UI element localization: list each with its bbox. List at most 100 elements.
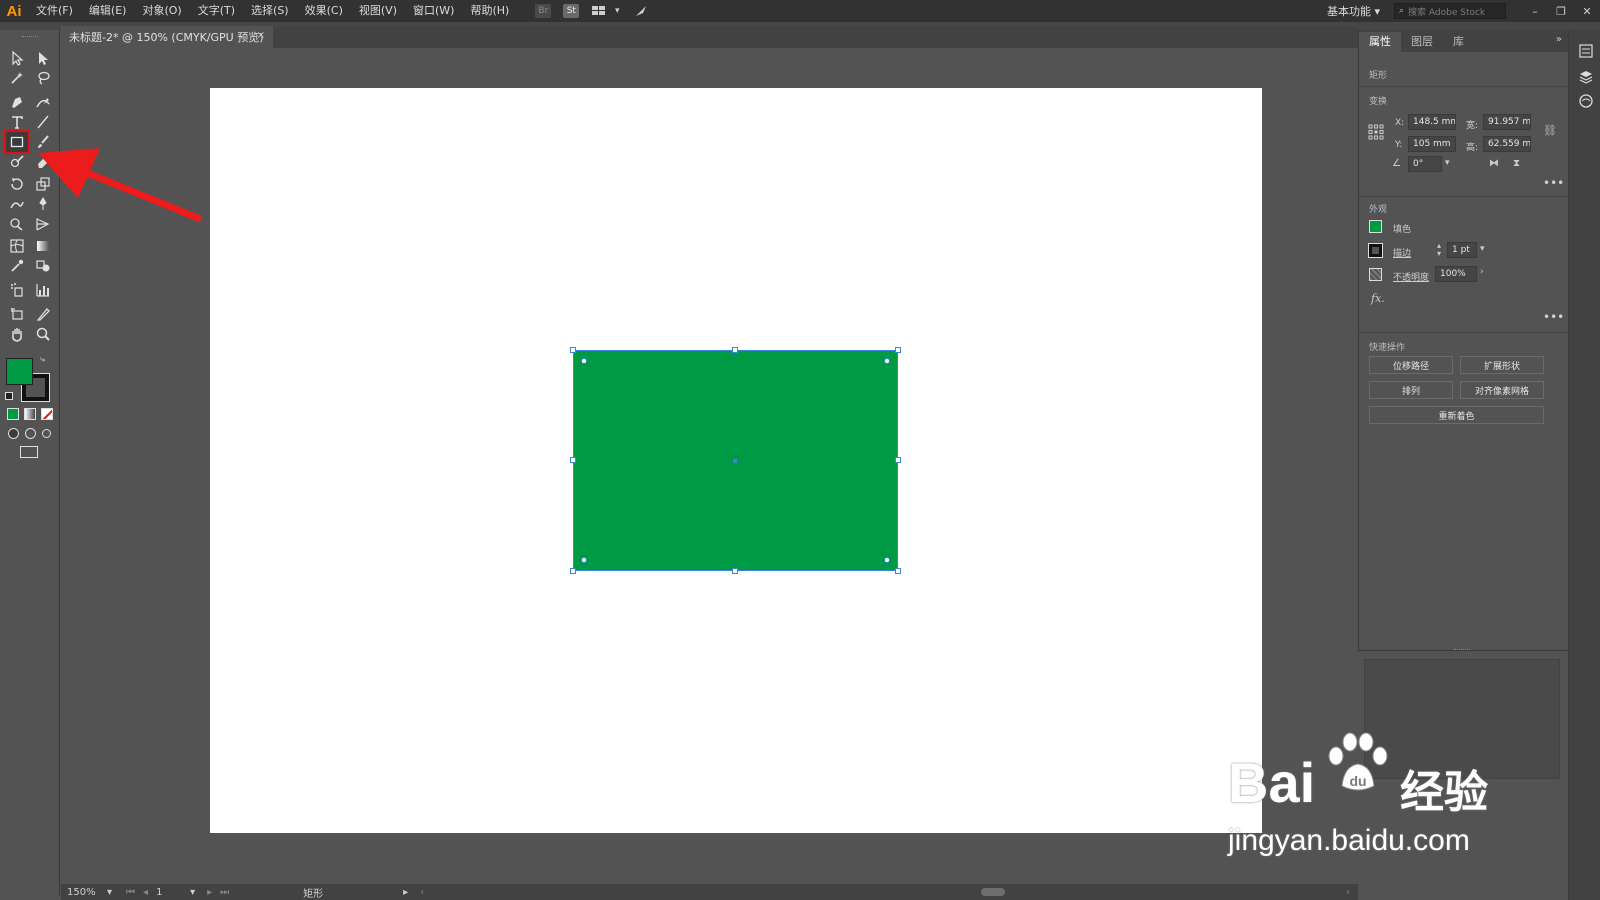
shaper-tool-icon[interactable] bbox=[6, 152, 28, 172]
menu-effect[interactable]: 效果(C) bbox=[297, 0, 351, 22]
stock-icon[interactable]: St bbox=[563, 4, 580, 18]
default-fill-stroke-icon[interactable] bbox=[5, 392, 13, 400]
bridge-icon[interactable]: Br bbox=[535, 4, 552, 18]
line-segment-tool-icon[interactable] bbox=[32, 112, 54, 132]
properties-panel-icon[interactable] bbox=[1577, 42, 1595, 60]
screen-mode-icon[interactable] bbox=[20, 446, 38, 458]
opacity-label[interactable]: 不透明度 bbox=[1393, 270, 1429, 283]
restore-icon[interactable]: ❐ bbox=[1548, 0, 1574, 22]
stock-search-input[interactable]: ⌕ 搜索 Adobe Stock bbox=[1394, 3, 1506, 19]
draw-inside-icon[interactable] bbox=[42, 429, 51, 438]
gradient-tool-icon[interactable] bbox=[32, 236, 54, 256]
opacity-field[interactable]: 100% bbox=[1435, 266, 1477, 282]
arrange-button[interactable]: 排列 bbox=[1369, 381, 1453, 399]
libraries-panel-icon[interactable] bbox=[1577, 92, 1595, 110]
prev-artboard-icon[interactable]: ◂ bbox=[143, 887, 148, 898]
menu-window[interactable]: 窗口(W) bbox=[405, 0, 462, 22]
close-tab-icon[interactable]: × bbox=[257, 30, 265, 41]
constrain-proportions-icon[interactable]: ⛓ bbox=[1543, 124, 1557, 137]
reference-point-icon[interactable] bbox=[1368, 124, 1384, 140]
symbol-sprayer-tool-icon[interactable] bbox=[6, 280, 28, 300]
layers-panel-icon[interactable] bbox=[1577, 68, 1595, 86]
recolor-button[interactable]: 重新着色 bbox=[1369, 406, 1544, 424]
stroke-weight-field[interactable]: 1 pt bbox=[1447, 242, 1477, 258]
arrange-documents-icon[interactable] bbox=[591, 4, 607, 18]
height-field[interactable]: 62.559 m bbox=[1483, 136, 1531, 152]
curvature-tool-icon[interactable] bbox=[32, 92, 54, 112]
corner-radius-widget[interactable] bbox=[581, 557, 587, 563]
resize-handle-bottom[interactable] bbox=[732, 568, 738, 574]
workspace-switcher[interactable]: 基本功能 ▾ bbox=[1319, 3, 1394, 19]
flip-vertical-icon[interactable]: ⧗ bbox=[1513, 158, 1520, 169]
scroll-right-icon[interactable]: › bbox=[1346, 887, 1350, 898]
tab-properties[interactable]: 属性 bbox=[1359, 32, 1401, 52]
fill-swatch[interactable] bbox=[6, 358, 33, 385]
rotate-angle-field[interactable]: 0° bbox=[1408, 156, 1442, 172]
gpu-performance-icon[interactable] bbox=[633, 4, 649, 18]
flip-horizontal-icon[interactable]: ⧓ bbox=[1489, 158, 1499, 169]
resize-handle-bottom-right[interactable] bbox=[895, 568, 901, 574]
direct-selection-tool-icon[interactable] bbox=[32, 48, 54, 68]
angle-dropdown-icon[interactable]: ▾ bbox=[1445, 158, 1450, 168]
more-transform-options-icon[interactable]: ••• bbox=[1543, 176, 1564, 190]
opacity-expand-icon[interactable]: › bbox=[1480, 267, 1484, 277]
artboard-number[interactable]: 1 bbox=[156, 887, 186, 898]
menu-type[interactable]: 文字(T) bbox=[190, 0, 243, 22]
gradient-mode-icon[interactable] bbox=[24, 408, 36, 420]
stroke-color-swatch[interactable] bbox=[1368, 243, 1383, 258]
eyedropper-tool-icon[interactable] bbox=[6, 256, 28, 276]
swap-fill-stroke-icon[interactable]: ⤷ bbox=[40, 355, 45, 365]
slice-tool-icon[interactable] bbox=[32, 304, 54, 324]
menu-object[interactable]: 对象(O) bbox=[134, 0, 189, 22]
type-tool-icon[interactable] bbox=[6, 112, 28, 132]
color-mode-icon[interactable] bbox=[7, 408, 19, 420]
perspective-grid-tool-icon[interactable] bbox=[32, 214, 54, 234]
status-menu-icon[interactable]: ▸ bbox=[403, 887, 408, 898]
tab-libraries[interactable]: 库 bbox=[1443, 32, 1474, 52]
artboard-tool-icon[interactable] bbox=[6, 304, 28, 324]
more-appearance-options-icon[interactable]: ••• bbox=[1543, 310, 1564, 324]
minimize-icon[interactable]: – bbox=[1522, 0, 1548, 22]
mesh-tool-icon[interactable] bbox=[6, 236, 28, 256]
next-artboard-icon[interactable]: ▸ bbox=[207, 887, 212, 898]
panel-resize-grip[interactable] bbox=[1454, 649, 1470, 651]
zoom-dropdown-icon[interactable]: ▾ bbox=[107, 887, 112, 898]
magic-wand-tool-icon[interactable] bbox=[6, 68, 28, 88]
warp-tool-icon[interactable] bbox=[6, 194, 28, 214]
paintbrush-tool-icon[interactable] bbox=[32, 132, 54, 152]
align-to-pixel-grid-button[interactable]: 对齐像素网格 bbox=[1460, 381, 1544, 399]
puppet-warp-tool-icon[interactable] bbox=[32, 194, 54, 214]
none-mode-icon[interactable] bbox=[41, 408, 53, 420]
menu-file[interactable]: 文件(F) bbox=[28, 0, 81, 22]
corner-radius-widget[interactable] bbox=[884, 557, 890, 563]
last-artboard-icon[interactable]: ⏭ bbox=[220, 887, 229, 898]
resize-handle-right[interactable] bbox=[895, 457, 901, 463]
menu-view[interactable]: 视图(V) bbox=[351, 0, 405, 22]
toolbar-grip[interactable] bbox=[22, 36, 38, 38]
y-position-field[interactable]: 105 mm bbox=[1408, 136, 1456, 152]
draw-behind-icon[interactable] bbox=[25, 428, 36, 439]
resize-handle-bottom-left[interactable] bbox=[570, 568, 576, 574]
corner-radius-widget[interactable] bbox=[884, 358, 890, 364]
fill-color-swatch[interactable] bbox=[1369, 220, 1382, 233]
resize-handle-top[interactable] bbox=[732, 347, 738, 353]
x-position-field[interactable]: 148.5 mm bbox=[1408, 114, 1456, 130]
expand-shape-button[interactable]: 扩展形状 bbox=[1460, 356, 1544, 374]
selection-tool-icon[interactable] bbox=[6, 48, 28, 68]
scroll-left-icon[interactable]: ‹ bbox=[420, 887, 424, 898]
draw-normal-icon[interactable] bbox=[8, 428, 19, 439]
width-field[interactable]: 91.957 m bbox=[1483, 114, 1531, 130]
stroke-dropdown-icon[interactable]: ▾ bbox=[1480, 244, 1485, 254]
zoom-tool-icon[interactable] bbox=[32, 324, 54, 344]
resize-handle-left[interactable] bbox=[570, 457, 576, 463]
resize-handle-top-right[interactable] bbox=[895, 347, 901, 353]
stroke-stepper-icon[interactable]: ▴ ▾ bbox=[1437, 242, 1441, 258]
document-tab[interactable]: 未标题-2* @ 150% (CMYK/GPU 预览) × bbox=[61, 26, 273, 48]
blend-tool-icon[interactable] bbox=[32, 256, 54, 276]
shape-builder-tool-icon[interactable] bbox=[6, 214, 28, 234]
offset-path-button[interactable]: 位移路径 bbox=[1369, 356, 1453, 374]
corner-radius-widget[interactable] bbox=[581, 358, 587, 364]
column-graph-tool-icon[interactable] bbox=[32, 280, 54, 300]
first-artboard-icon[interactable]: ⏮ bbox=[126, 887, 135, 898]
pen-tool-icon[interactable] bbox=[6, 92, 28, 112]
